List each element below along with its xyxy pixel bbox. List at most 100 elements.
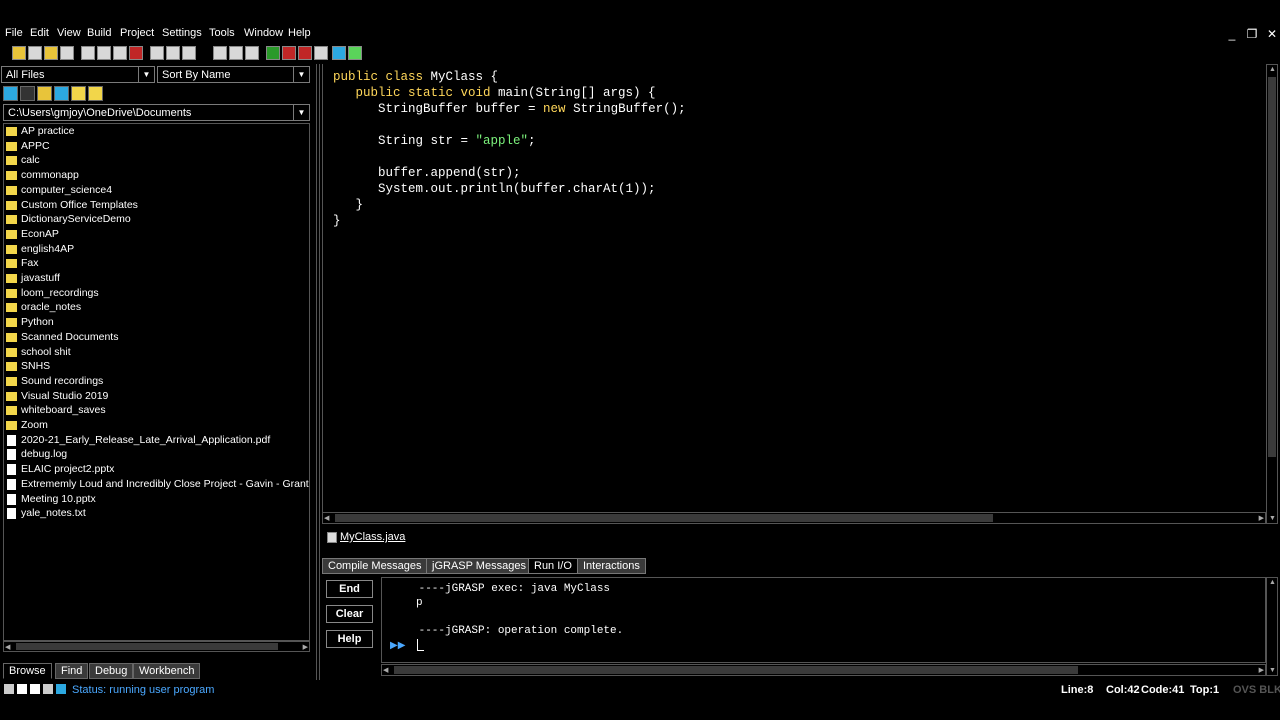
- list-item[interactable]: Custom Office Templates: [4, 199, 309, 213]
- home-icon[interactable]: [37, 86, 52, 101]
- new-file-icon[interactable]: [12, 46, 26, 60]
- print-icon[interactable]: [60, 46, 74, 60]
- sort-select[interactable]: Sort By Name ▼: [157, 66, 310, 83]
- run-io-console[interactable]: ----jGRASP exec: java MyClass p ----jGRAS…: [381, 577, 1266, 663]
- scroll-left-icon[interactable]: ◀: [383, 666, 388, 674]
- menu-edit[interactable]: Edit: [30, 27, 49, 39]
- list-item[interactable]: whiteboard_saves: [4, 404, 309, 418]
- open-file-icon[interactable]: [28, 46, 42, 60]
- run-icon[interactable]: [314, 46, 328, 60]
- console-vertical-scrollbar[interactable]: ▲ ▼: [1266, 577, 1278, 676]
- viewer-icon[interactable]: [332, 46, 346, 60]
- menu-build[interactable]: Build: [87, 27, 111, 39]
- back-icon[interactable]: [3, 86, 18, 101]
- refresh-icon[interactable]: [54, 86, 69, 101]
- list-item[interactable]: ELAIC project2.pptx: [4, 463, 309, 477]
- menu-file[interactable]: File: [5, 27, 23, 39]
- forward-icon[interactable]: [20, 86, 35, 101]
- save-icon[interactable]: [44, 46, 58, 60]
- console-horizontal-scrollbar[interactable]: ◀ ▶: [381, 664, 1266, 676]
- list-item[interactable]: school shit: [4, 346, 309, 360]
- scrollbar-thumb[interactable]: [335, 514, 993, 522]
- list-item[interactable]: commonapp: [4, 169, 309, 183]
- list-item[interactable]: Sound recordings: [4, 375, 309, 389]
- scroll-up-icon[interactable]: ▲: [1269, 579, 1276, 586]
- list-item[interactable]: AP practice: [4, 125, 309, 139]
- document-icon[interactable]: [182, 46, 196, 60]
- panel-layout-icon[interactable]: [4, 684, 14, 694]
- monitor-icon[interactable]: [56, 684, 66, 694]
- scroll-left-icon[interactable]: ◀: [324, 514, 329, 522]
- code-editor[interactable]: public class MyClass { public static voi…: [322, 64, 1266, 524]
- copy-icon[interactable]: [97, 46, 111, 60]
- list-item[interactable]: calc: [4, 154, 309, 168]
- scroll-left-icon[interactable]: ◀: [5, 643, 10, 651]
- menu-tools[interactable]: Tools: [209, 27, 235, 39]
- tab-jgrasp-messages[interactable]: jGRASP Messages: [426, 558, 532, 574]
- panel-divider[interactable]: [316, 64, 320, 680]
- menu-project[interactable]: Project: [120, 27, 154, 39]
- list-item[interactable]: Visual Studio 2019: [4, 390, 309, 404]
- list-item[interactable]: computer_science4: [4, 184, 309, 198]
- list-item[interactable]: Scanned Documents: [4, 331, 309, 345]
- list-item[interactable]: Zoom: [4, 419, 309, 433]
- tab-run-io[interactable]: Run I/O: [528, 558, 578, 574]
- menu-window[interactable]: Window: [244, 27, 283, 39]
- end-button[interactable]: End: [326, 580, 373, 598]
- uml-icon[interactable]: [245, 46, 259, 60]
- console-input[interactable]: [417, 639, 424, 651]
- tab-workbench[interactable]: Workbench: [133, 663, 201, 679]
- scrollbar-thumb[interactable]: [1268, 77, 1276, 457]
- stop-icon[interactable]: [298, 46, 312, 60]
- list-item[interactable]: yale_notes.txt: [4, 507, 309, 521]
- scroll-right-icon[interactable]: ▶: [1259, 666, 1264, 674]
- panel-layout-icon[interactable]: [43, 684, 53, 694]
- minimize-icon[interactable]: _: [1224, 26, 1240, 42]
- list-item[interactable]: Fax: [4, 257, 309, 271]
- generate-csd-icon[interactable]: [213, 46, 227, 60]
- scroll-down-icon[interactable]: ▼: [1269, 515, 1276, 522]
- cut-icon[interactable]: [81, 46, 95, 60]
- scroll-down-icon[interactable]: ▼: [1269, 667, 1276, 674]
- help-button[interactable]: Help: [326, 630, 373, 648]
- tab-compile-messages[interactable]: Compile Messages: [322, 558, 428, 574]
- menu-help[interactable]: Help: [288, 27, 311, 39]
- list-item[interactable]: javastuff: [4, 272, 309, 286]
- list-item[interactable]: Python: [4, 316, 309, 330]
- debug-icon[interactable]: [282, 46, 296, 60]
- list-item[interactable]: oracle_notes: [4, 301, 309, 315]
- new-folder-icon[interactable]: [88, 86, 103, 101]
- list-item[interactable]: Meeting 10.pptx: [4, 493, 309, 507]
- scroll-right-icon[interactable]: ▶: [303, 643, 308, 651]
- panel-layout-icon[interactable]: [17, 684, 27, 694]
- paste-icon[interactable]: [113, 46, 127, 60]
- list-item[interactable]: english4AP: [4, 243, 309, 257]
- menu-settings[interactable]: Settings: [162, 27, 202, 39]
- path-combo[interactable]: C:\Users\gmjoy\OneDrive\Documents ▼: [3, 104, 310, 121]
- tab-browse[interactable]: Browse: [3, 663, 52, 679]
- code-text[interactable]: public class MyClass { public static voi…: [333, 69, 686, 229]
- restore-icon[interactable]: ❐: [1244, 26, 1260, 42]
- scrollbar-thumb[interactable]: [16, 643, 278, 650]
- document-icon[interactable]: [150, 46, 164, 60]
- file-filter-select[interactable]: All Files ▼: [1, 66, 155, 83]
- workbench-icon[interactable]: [348, 46, 362, 60]
- list-item[interactable]: EconAP: [4, 228, 309, 242]
- scrollbar-thumb[interactable]: [394, 666, 1078, 674]
- list-item[interactable]: Extrememly Loud and Incredibly Close Pro…: [4, 478, 309, 492]
- list-item[interactable]: APPC: [4, 140, 309, 154]
- clear-button[interactable]: Clear: [326, 605, 373, 623]
- menu-view[interactable]: View: [57, 27, 81, 39]
- scroll-up-icon[interactable]: ▲: [1269, 66, 1276, 73]
- add-icon[interactable]: [266, 46, 280, 60]
- file-list-scrollbar[interactable]: ◀ ▶: [3, 641, 310, 652]
- close-icon[interactable]: ✕: [1264, 26, 1280, 42]
- tab-debug[interactable]: Debug: [89, 663, 134, 679]
- compile-icon[interactable]: [229, 46, 243, 60]
- folder-up-icon[interactable]: [71, 86, 86, 101]
- scroll-right-icon[interactable]: ▶: [1259, 514, 1264, 522]
- list-item[interactable]: 2020-21_Early_Release_Late_Arrival_Appli…: [4, 434, 309, 448]
- tab-find[interactable]: Find: [55, 663, 89, 679]
- undo-icon[interactable]: [129, 46, 143, 60]
- list-item[interactable]: debug.log: [4, 448, 309, 462]
